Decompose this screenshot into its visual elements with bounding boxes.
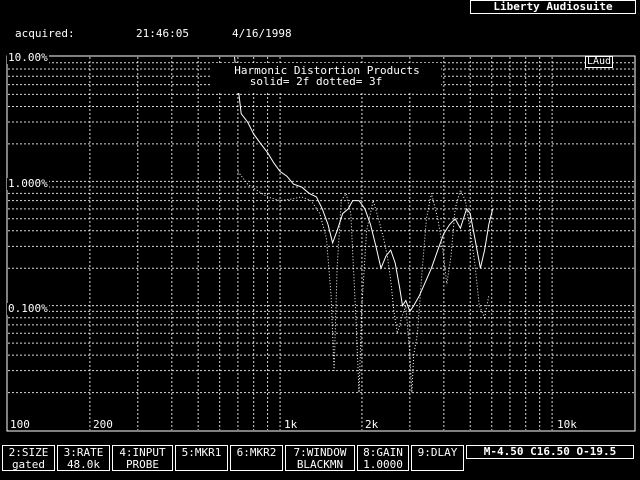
fkey-dlay-button[interactable]: 9:DLAY: [411, 445, 464, 471]
x-tick-label: 2k: [365, 418, 379, 431]
status-readout: M-4.50 C16.50 O-19.5: [466, 445, 634, 459]
fkey-label: 5:MKR1: [181, 446, 222, 459]
fkey-rate-button[interactable]: 3:RATE 48.0k: [57, 445, 110, 471]
x-tick-label: 10k: [557, 418, 577, 431]
chart-grid: [8, 57, 634, 430]
y-tick-label: 1.000%: [7, 177, 49, 190]
fkey-size-button[interactable]: 2:SIZE gated: [2, 445, 55, 471]
y-tick-label: 10.00%: [7, 51, 49, 64]
distortion-chart: Harmonic Distortion Products solid= 2f d…: [6, 55, 636, 432]
chart-series: [234, 56, 494, 393]
fkey-label: 9:DLAY: [417, 446, 458, 459]
x-tick-label: 200: [93, 418, 113, 431]
fkey-label: 6:MKR2: [236, 446, 277, 459]
y-tick-label: 0.100%: [7, 302, 49, 315]
plot-frame: [6, 55, 636, 432]
x-tick-label: 100: [10, 418, 30, 431]
fkey-value: PROBE: [125, 458, 160, 471]
laud-badge: LAud: [585, 56, 614, 68]
fkey-mkr2-button[interactable]: 6:MKR2: [230, 445, 283, 471]
fkey-value: BLACKMN: [296, 458, 344, 471]
fkey-value: 48.0k: [66, 458, 101, 471]
chart-subtitle: solid= 2f dotted= 3f: [250, 75, 382, 88]
fkey-gain-button[interactable]: 8:GAIN 1.0000: [357, 445, 409, 471]
series-3f-line: [237, 171, 490, 393]
fkey-input-button[interactable]: 4:INPUT PROBE: [112, 445, 173, 471]
fkey-mkr1-button[interactable]: 5:MKR1: [175, 445, 228, 471]
fkey-window-button[interactable]: 7:WINDOW BLACKMN: [285, 445, 355, 471]
fkey-value: 1.0000: [363, 458, 403, 471]
x-tick-label: 1k: [284, 418, 298, 431]
fkey-value: gated: [11, 458, 46, 471]
